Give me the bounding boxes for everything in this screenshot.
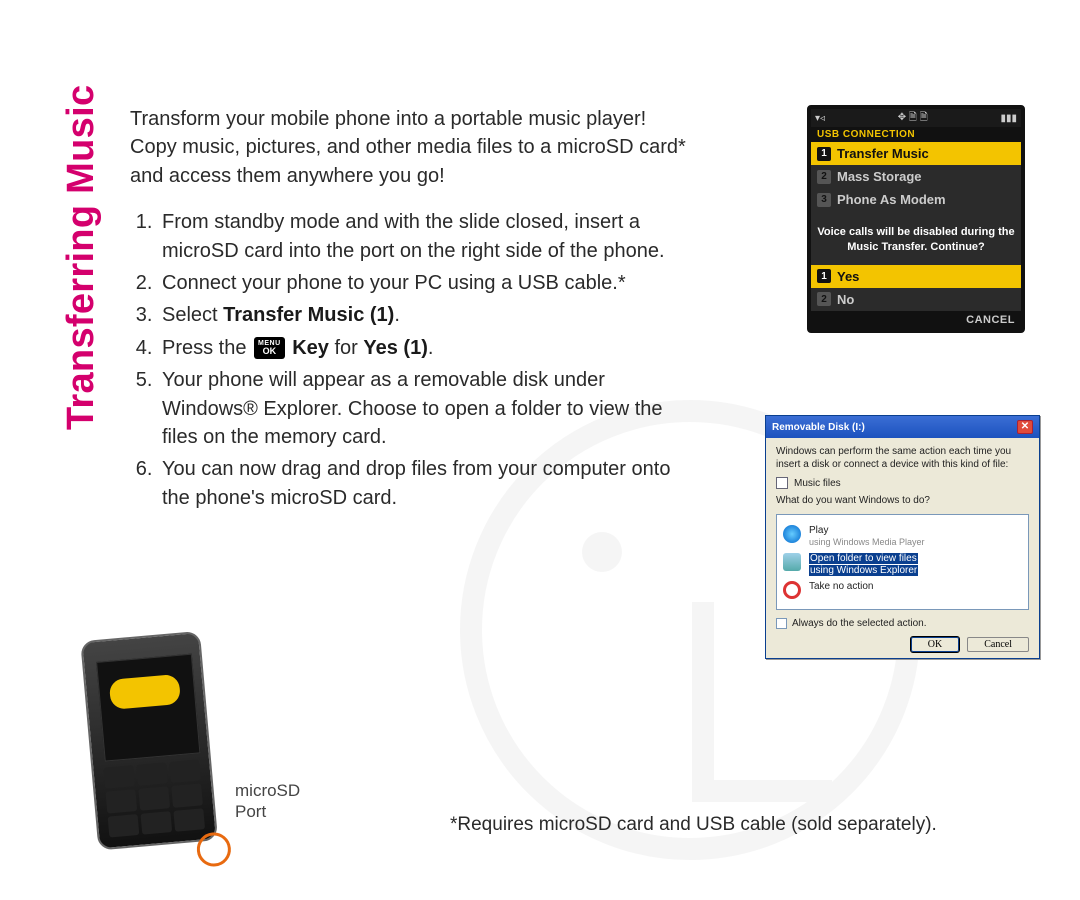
phone-usb-screenshot: ▾◃ ✥ 🗎 🗎 ▮▮▮ USB Connection 1Transfer Mu… [807,105,1025,333]
page-title: Transferring Music [60,85,103,430]
opt-take-no-action[interactable]: Take no action [783,581,1022,599]
microsd-port-label: microSDPort [235,780,300,823]
main-content: Transform your mobile phone into a porta… [130,105,690,516]
ok-button[interactable]: OK [911,637,959,652]
phone-section-label: USB Connection [811,127,1021,142]
dialog-filetype: Music files [776,477,1029,489]
phone-photo [80,630,235,871]
dialog-action-list[interactable]: Playusing Windows Media Player Open fold… [776,514,1029,610]
phone-warning-text: Voice calls will be disabled during the … [811,211,1021,265]
dialog-titlebar: Removable Disk (I:) ✕ [766,416,1039,438]
step-6: You can now drag and drop files from you… [158,455,690,512]
phone-softkey-cancel[interactable]: Cancel [811,311,1021,329]
opt-open-folder[interactable]: Open folder to view filesusing Windows E… [783,553,1022,577]
folder-icon [783,553,801,571]
signal-icon: ▾◃ [815,113,825,124]
footnote: *Requires microSD card and USB cable (so… [450,812,937,838]
cancel-button[interactable]: Cancel [967,637,1029,652]
opt-play[interactable]: Playusing Windows Media Player [783,525,1022,549]
always-checkbox[interactable]: Always do the selected action. [776,618,1029,629]
windows-autoplay-dialog: Removable Disk (I:) ✕ Windows can perfor… [765,415,1040,659]
intro-paragraph: Transform your mobile phone into a porta… [130,105,690,190]
step-5: Your phone will appear as a removable di… [158,366,690,451]
phone-confirm-no[interactable]: 2No [811,288,1021,311]
dialog-prompt: What do you want Windows to do? [776,495,1029,508]
phone-menu-mass-storage[interactable]: 2Mass Storage [811,165,1021,188]
phone-status-bar: ▾◃ ✥ 🗎 🗎 ▮▮▮ [811,109,1021,127]
ok-key-icon: MENUOK [254,337,285,359]
status-icons: ✥ 🗎 🗎 [898,110,928,127]
phone-confirm-yes[interactable]: 1Yes [811,265,1021,288]
microsd-port-callout [195,831,232,868]
battery-icon: ▮▮▮ [1000,113,1017,124]
checkbox-icon[interactable] [776,618,787,629]
step-3: Select Transfer Music (1). [158,301,690,329]
phone-menu-phone-as-modem[interactable]: 3Phone As Modem [811,188,1021,211]
no-action-icon [783,581,801,599]
dialog-title: Removable Disk (I:) [772,422,865,433]
close-icon[interactable]: ✕ [1017,420,1033,434]
step-4: Press the MENUOK Key for Yes (1). [158,334,690,362]
phone-menu-transfer-music[interactable]: 1Transfer Music [811,142,1021,165]
step-2: Connect your phone to your PC using a US… [158,269,690,297]
music-file-icon [776,477,788,489]
step-1: From standby mode and with the slide clo… [158,208,690,265]
dialog-message: Windows can perform the same action each… [776,446,1029,471]
wmp-icon [783,525,801,543]
